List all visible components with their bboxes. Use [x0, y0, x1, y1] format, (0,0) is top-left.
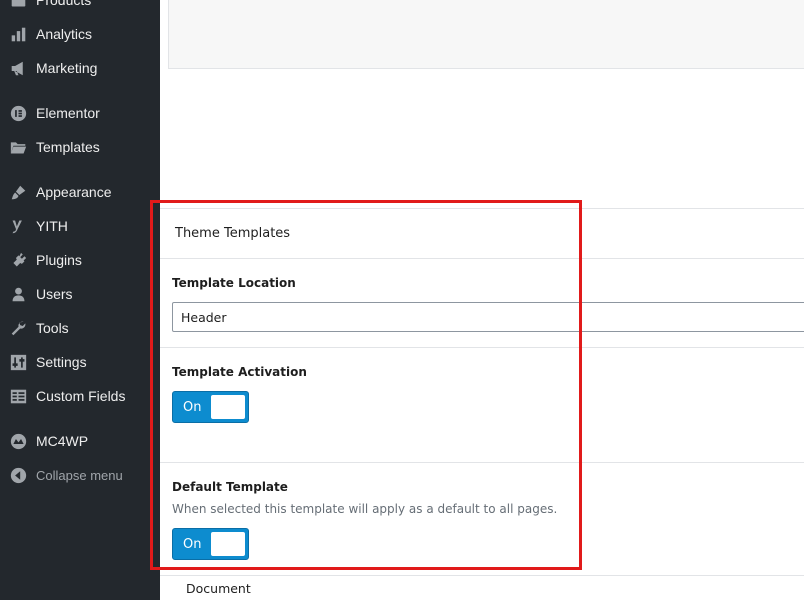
sidebar-item-settings[interactable]: Settings	[0, 345, 160, 379]
collapse-arrow-icon	[9, 466, 27, 484]
sidebar-item-label: Analytics	[36, 26, 93, 42]
template-location-value: Header	[181, 309, 227, 325]
folder-icon	[9, 138, 27, 156]
sidebar-item-custom-fields[interactable]: Custom Fields	[0, 379, 160, 413]
divider	[160, 462, 804, 463]
toggle-state-label: On	[183, 399, 202, 415]
mc4wp-icon	[9, 432, 27, 450]
sidebar-item-plugins[interactable]: Plugins	[0, 243, 160, 277]
products-icon	[9, 0, 27, 9]
sidebar-item-marketing[interactable]: Marketing	[0, 51, 160, 85]
sliders-icon	[9, 353, 27, 371]
divider	[160, 208, 804, 209]
sidebar-item-label: Custom Fields	[36, 388, 126, 404]
sidebar-item-users[interactable]: Users	[0, 277, 160, 311]
default-template-toggle[interactable]: On	[172, 528, 249, 560]
sidebar-item-mc4wp[interactable]: MC4WP	[0, 424, 160, 458]
plug-icon	[9, 251, 27, 269]
template-activation-label: Template Activation	[172, 365, 307, 379]
top-content-panel	[168, 0, 804, 69]
document-section-label[interactable]: Document	[186, 581, 251, 596]
toggle-state-label: On	[183, 536, 202, 552]
analytics-icon	[9, 25, 27, 43]
divider	[160, 575, 804, 576]
sidebar-item-label: Tools	[36, 320, 69, 336]
sidebar-item-label: Marketing	[36, 60, 98, 76]
sidebar-item-label: Elementor	[36, 105, 100, 121]
sidebar-item-elementor[interactable]: Elementor	[0, 96, 160, 130]
template-activation-toggle[interactable]: On	[172, 391, 249, 423]
paintbrush-icon	[9, 183, 27, 201]
elementor-icon	[9, 104, 27, 122]
default-template-help: When selected this template will apply a…	[172, 502, 558, 516]
wrench-icon	[9, 319, 27, 337]
admin-sidebar: Products Analytics Marketing Elementor T…	[0, 0, 160, 600]
sidebar-item-label: Appearance	[36, 184, 112, 200]
sidebar-item-label: Templates	[36, 139, 100, 155]
collapse-menu-button[interactable]: Collapse menu	[0, 458, 160, 492]
sidebar-item-analytics[interactable]: Analytics	[0, 17, 160, 51]
panel-title: Theme Templates	[175, 226, 291, 241]
divider	[160, 347, 804, 348]
sidebar-item-label: Users	[36, 286, 73, 302]
megaphone-icon	[9, 59, 27, 77]
sidebar-item-label: Settings	[36, 354, 87, 370]
sidebar-item-products[interactable]: Products	[0, 0, 160, 17]
user-icon	[9, 285, 27, 303]
sidebar-item-yith[interactable]: YITH	[0, 209, 160, 243]
template-location-label: Template Location	[172, 276, 296, 290]
sidebar-item-label: YITH	[36, 218, 68, 234]
collapse-menu-label: Collapse menu	[36, 467, 123, 483]
sidebar-item-label: MC4WP	[36, 433, 89, 449]
grid-icon	[9, 387, 27, 405]
default-template-label: Default Template	[172, 480, 288, 494]
sidebar-item-label: Plugins	[36, 252, 82, 268]
sidebar-item-templates[interactable]: Templates	[0, 130, 160, 164]
sidebar-item-appearance[interactable]: Appearance	[0, 175, 160, 209]
yith-icon	[9, 217, 27, 235]
sidebar-item-label: Products	[36, 0, 92, 8]
template-location-select[interactable]: Header	[172, 302, 804, 332]
divider	[160, 258, 804, 259]
toggle-knob	[211, 532, 245, 556]
toggle-knob	[211, 395, 245, 419]
sidebar-item-tools[interactable]: Tools	[0, 311, 160, 345]
